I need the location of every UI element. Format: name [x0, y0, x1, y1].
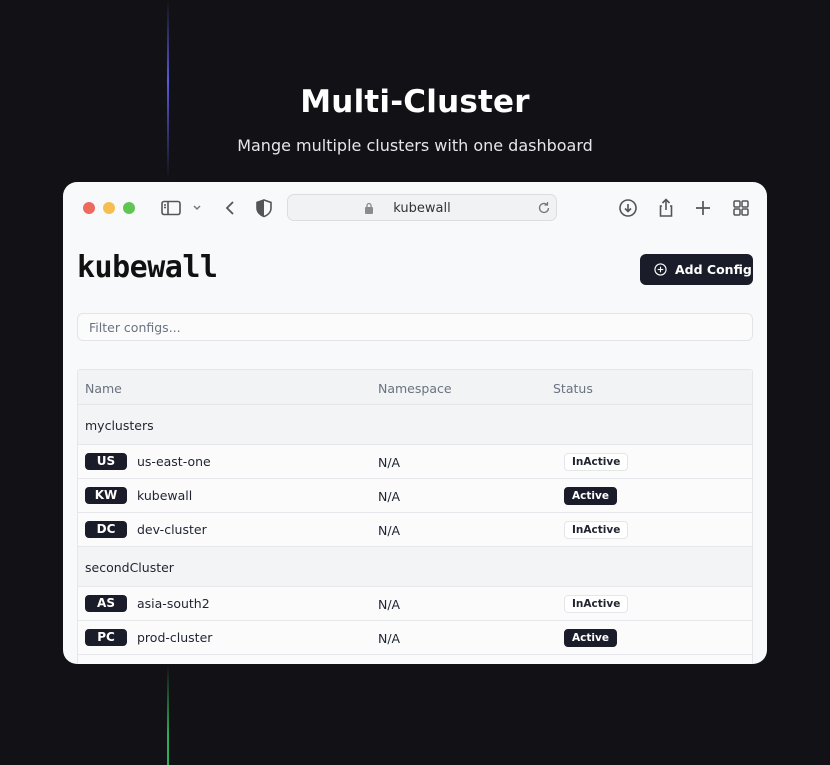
cluster-namespace: N/A	[378, 631, 401, 646]
hero-subtitle: Mange multiple clusters with one dashboa…	[237, 136, 593, 155]
address-url: kubewall	[393, 201, 451, 216]
group-row: myclusters	[78, 405, 752, 445]
status-badge: Active	[564, 487, 617, 505]
zoom-window-button[interactable]	[123, 202, 135, 214]
column-header-name[interactable]: Name	[85, 381, 122, 396]
cluster-name: asia-south2	[137, 596, 210, 611]
status-badge: InActive	[564, 453, 629, 471]
back-arrow-icon[interactable]	[219, 196, 243, 220]
tab-overview-icon[interactable]	[729, 196, 753, 220]
shield-icon[interactable]	[252, 196, 276, 220]
cluster-namespace: N/A	[378, 489, 401, 504]
sidebar-toggle-icon[interactable]	[159, 196, 183, 220]
share-icon[interactable]	[654, 196, 678, 220]
filter-configs-input[interactable]	[77, 313, 753, 341]
table-row[interactable]: KW kubewall N/A Active	[78, 479, 752, 513]
cluster-abbr-badge: DC	[85, 521, 127, 538]
cluster-abbr-badge: KW	[85, 487, 127, 504]
cluster-namespace: N/A	[378, 455, 401, 470]
group-name: myclusters	[85, 418, 154, 433]
browser-toolbar: kubewall	[63, 182, 767, 234]
chevron-down-icon[interactable]	[185, 196, 201, 220]
cluster-namespace: N/A	[378, 597, 401, 612]
column-header-status[interactable]: Status	[553, 381, 593, 396]
cluster-name: kubewall	[137, 488, 193, 503]
download-icon[interactable]	[616, 196, 640, 220]
address-bar[interactable]: kubewall	[287, 194, 557, 221]
browser-window: kubewall kubewall Add Config Name Namesp…	[63, 182, 767, 664]
table-row[interactable]: DC dev-cluster N/A InActive	[78, 513, 752, 547]
new-tab-icon[interactable]	[691, 196, 715, 220]
cluster-namespace: N/A	[378, 523, 401, 538]
table-row[interactable]: US us-east-one N/A InActive	[78, 445, 752, 479]
status-badge: Active	[564, 629, 617, 647]
cluster-abbr-badge: AS	[85, 595, 127, 612]
cluster-name: us-east-one	[137, 454, 211, 469]
decorative-line-bottom	[167, 665, 169, 765]
configs-table: Name Namespace Status myclusters US us-e…	[77, 369, 753, 664]
group-name: secondCluster	[85, 560, 174, 575]
status-badge: InActive	[564, 521, 629, 539]
reload-icon[interactable]	[536, 200, 552, 216]
minimize-window-button[interactable]	[103, 202, 115, 214]
column-header-namespace[interactable]: Namespace	[378, 381, 452, 396]
table-header: Name Namespace Status	[78, 370, 752, 405]
table-row[interactable]: AS asia-south2 N/A InActive	[78, 587, 752, 621]
plus-circle-icon	[654, 263, 667, 276]
status-badge: InActive	[564, 595, 629, 613]
cluster-name: prod-cluster	[137, 630, 213, 645]
add-config-button[interactable]: Add Config	[640, 254, 753, 285]
group-row: secondCluster	[78, 547, 752, 587]
cluster-abbr-badge: PC	[85, 629, 127, 646]
app-logo: kubewall	[77, 250, 218, 285]
close-window-button[interactable]	[83, 202, 95, 214]
hero-title: Multi-Cluster	[300, 84, 530, 120]
table-row[interactable]: PC prod-cluster N/A Active	[78, 621, 752, 655]
add-config-label: Add Config	[675, 262, 752, 277]
cluster-name: dev-cluster	[137, 522, 207, 537]
cluster-abbr-badge: US	[85, 453, 127, 470]
